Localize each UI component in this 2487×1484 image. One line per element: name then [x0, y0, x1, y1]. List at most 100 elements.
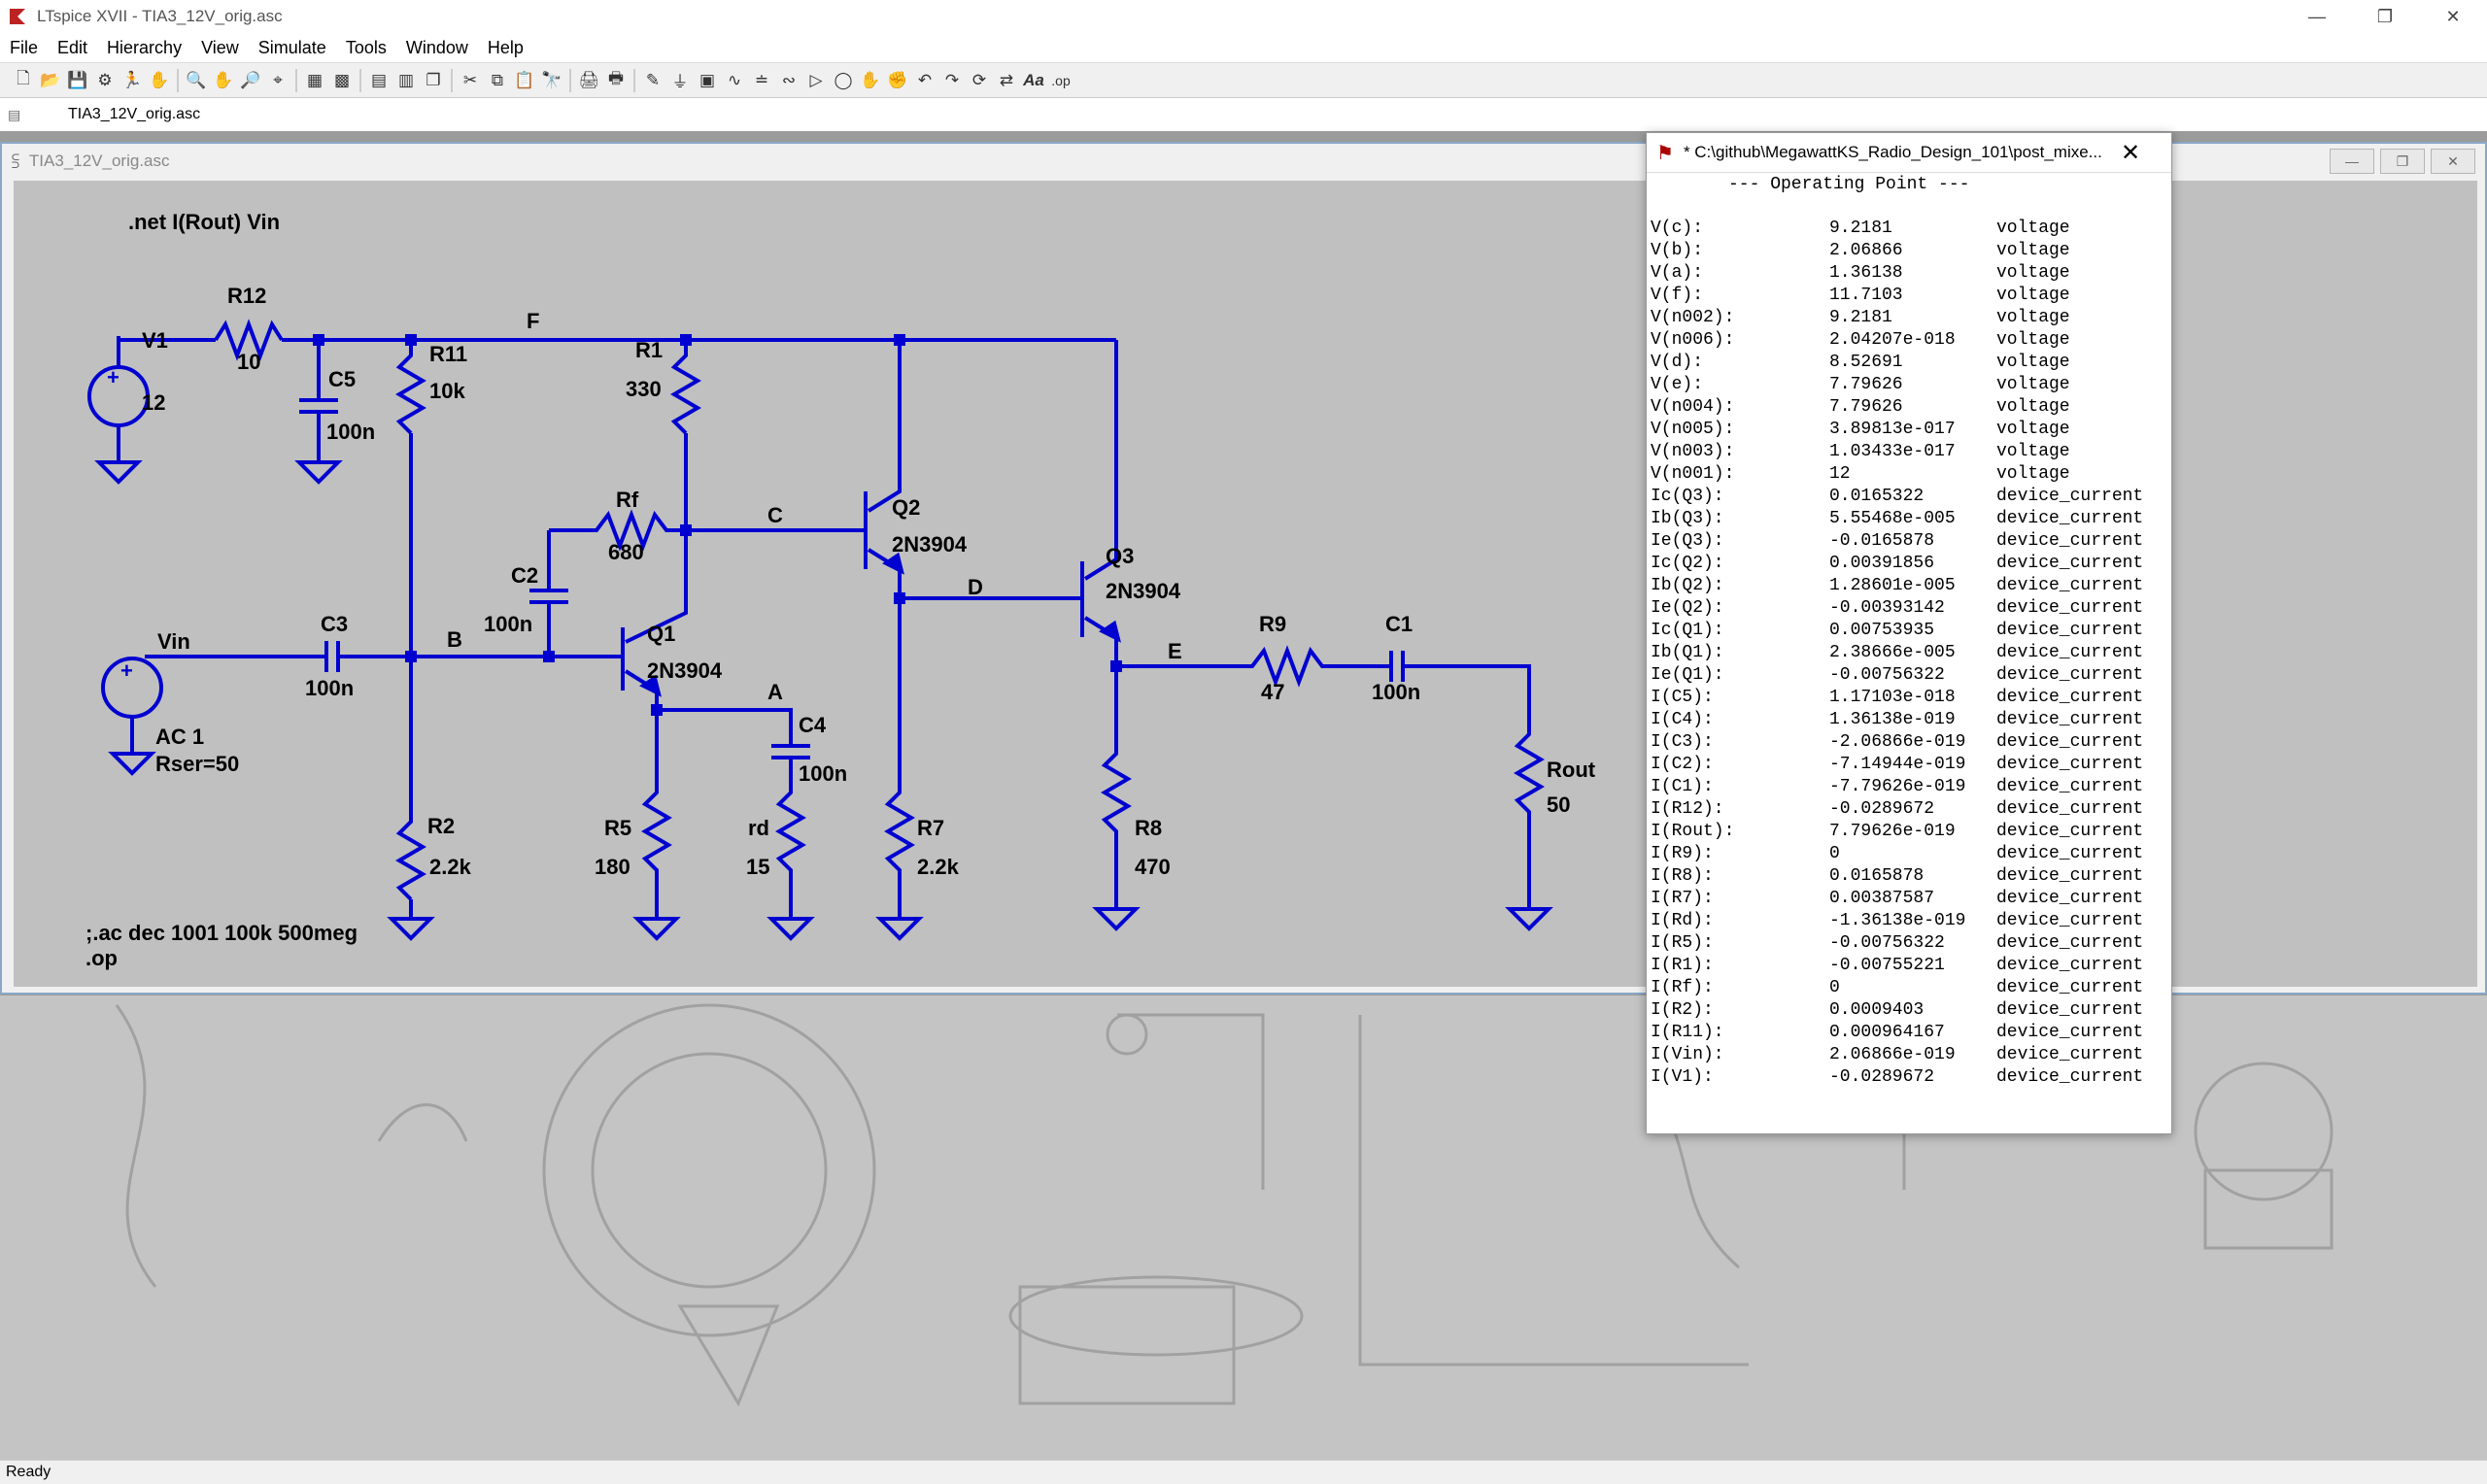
operating-point-name: V(a): — [1651, 263, 1704, 283]
open-folder-icon[interactable]: 📂 — [37, 67, 64, 94]
label-net-icon[interactable]: ▣ — [694, 67, 721, 94]
operating-point-value: 0 — [1829, 844, 1840, 863]
draw-wire-icon[interactable]: ✎ — [639, 67, 666, 94]
capacitor-icon[interactable]: ≐ — [748, 67, 775, 94]
mirror-icon[interactable]: ⇄ — [993, 67, 1020, 94]
restore-button[interactable]: ❐ — [2351, 0, 2419, 33]
rotate-icon[interactable]: ⟳ — [966, 67, 993, 94]
operating-point-row: V(n002): 9.2181 voltage — [1651, 307, 2171, 329]
schematic-window-title: TIA3_12V_orig.asc — [28, 152, 170, 170]
control-panel-icon[interactable]: ⚙ — [91, 67, 119, 94]
move-icon[interactable]: ✋ — [857, 67, 884, 94]
operating-point-value: 11.7103 — [1829, 286, 1903, 305]
menu-simulate[interactable]: Simulate — [258, 38, 326, 58]
ground-icon[interactable]: ⏚ — [666, 67, 694, 94]
zoom-out-icon[interactable]: 🔎 — [237, 67, 264, 94]
operating-point-value: 0.00387587 — [1829, 889, 1935, 908]
operating-point-name: V(n005): — [1651, 420, 1735, 439]
r9-label: R9 — [1259, 612, 1286, 636]
paste-icon[interactable]: 📋 — [511, 67, 538, 94]
operating-point-row: I(R7): 0.00387587 device_current — [1651, 888, 2171, 910]
schematic-restore-button[interactable]: ❐ — [2380, 149, 2425, 174]
print-icon[interactable]: 🖶 — [602, 67, 630, 94]
tile-horizontal-icon[interactable]: ▤ — [365, 67, 392, 94]
operating-point-value: -0.0289672 — [1829, 1067, 1935, 1087]
v1-value: 12 — [142, 390, 165, 415]
operating-point-value: 12 — [1829, 464, 1851, 484]
zoom-in-icon[interactable]: 🔍 — [183, 67, 210, 94]
operating-point-unit: device_current — [1996, 621, 2144, 640]
print-setup-icon[interactable]: 🖨 — [575, 67, 602, 94]
menu-view[interactable]: View — [201, 38, 239, 58]
diode-icon[interactable]: ▷ — [802, 67, 830, 94]
tile-vertical-icon[interactable]: ▥ — [392, 67, 420, 94]
spice-directive-icon[interactable]: .op — [1047, 67, 1074, 94]
minimize-button[interactable]: — — [2283, 0, 2351, 33]
operating-point-value: 0.000964167 — [1829, 1023, 1945, 1042]
operating-point-value: -0.00756322 — [1829, 665, 1945, 685]
menu-tools[interactable]: Tools — [346, 38, 387, 58]
operating-point-unit: device_current — [1996, 889, 2144, 908]
menu-file[interactable]: File — [10, 38, 38, 58]
cascade-icon[interactable]: ❐ — [420, 67, 447, 94]
grid-icon[interactable]: ▩ — [328, 67, 356, 94]
toolbar-separator — [359, 68, 361, 92]
undo-icon[interactable]: ↶ — [911, 67, 938, 94]
close-button[interactable]: ✕ — [2419, 0, 2487, 33]
operating-point-row: I(C1): -7.79626e-019 device_current — [1651, 776, 2171, 798]
operating-point-row: Ie(Q2): -0.00393142 device_current — [1651, 597, 2171, 620]
schematic-minimize-button[interactable]: — — [2330, 149, 2374, 174]
ltspice-icon: ⚑ — [1656, 142, 1674, 164]
tabs-menu-icon[interactable]: ▤ — [8, 107, 29, 123]
halt-icon[interactable]: ✋ — [146, 67, 173, 94]
pan-icon[interactable]: ✋ — [210, 67, 237, 94]
operating-point-value: 9.2181 — [1829, 308, 1892, 327]
operating-point-name: I(R2): — [1651, 1000, 1714, 1020]
schematic-close-button[interactable]: ✕ — [2431, 149, 2475, 174]
r11-resistor — [395, 340, 426, 435]
redo-icon[interactable]: ↷ — [938, 67, 966, 94]
operating-point-unit: device_current — [1996, 978, 2144, 997]
new-file-icon[interactable]: 🗋 — [10, 67, 37, 94]
operating-point-value: 5.55468e-005 — [1829, 509, 1956, 528]
operating-point-row: I(V1): -0.0289672 device_current — [1651, 1066, 2171, 1089]
resistor-icon[interactable]: ∿ — [721, 67, 748, 94]
save-icon[interactable]: 💾 — [64, 67, 91, 94]
menu-edit[interactable]: Edit — [57, 38, 87, 58]
c1-value: 100n — [1372, 680, 1420, 704]
operating-point-close-button[interactable]: ✕ — [2121, 139, 2140, 167]
q3-value: 2N3904 — [1106, 579, 1181, 603]
autorange-icon[interactable]: ▦ — [301, 67, 328, 94]
r8-value: 470 — [1135, 855, 1171, 879]
text-icon[interactable]: Aa — [1020, 67, 1047, 94]
find-icon[interactable]: 🔭 — [538, 67, 565, 94]
operating-point-unit: device_current — [1996, 643, 2144, 662]
component-icon[interactable]: ◯ — [830, 67, 857, 94]
operating-point-unit: device_current — [1996, 1000, 2144, 1020]
c4-capacitor — [771, 744, 810, 759]
q2-value: 2N3904 — [892, 532, 968, 556]
operating-point-unit: voltage — [1996, 219, 2070, 238]
rout-label: Rout — [1547, 758, 1596, 782]
operating-point-value: 3.89813e-017 — [1829, 420, 1956, 439]
menu-help[interactable]: Help — [488, 38, 524, 58]
operating-point-row: I(Rd): -1.36138e-019 device_current — [1651, 910, 2171, 932]
copy-icon[interactable]: ⧉ — [484, 67, 511, 94]
operating-point-value: -0.00393142 — [1829, 598, 1945, 618]
drag-icon[interactable]: ✊ — [884, 67, 911, 94]
operating-point-name: I(C5): — [1651, 688, 1714, 707]
r7-label: R7 — [917, 816, 944, 840]
operating-point-unit: device_current — [1996, 710, 2144, 729]
operating-point-name: I(C1): — [1651, 777, 1714, 796]
tab-schematic[interactable]: TIA3_12V_orig.asc — [58, 102, 211, 127]
operating-point-titlebar: ⚑ * C:\github\MegawattKS_Radio_Design_10… — [1647, 133, 2171, 173]
menu-hierarchy[interactable]: Hierarchy — [107, 38, 182, 58]
operating-point-row: V(a): 1.36138 voltage — [1651, 262, 2171, 285]
zoom-fit-icon[interactable]: ⌖ — [264, 67, 291, 94]
menu-window[interactable]: Window — [406, 38, 468, 58]
inductor-icon[interactable]: ∾ — [775, 67, 802, 94]
ac-directive-text: ;.ac dec 1001 100k 500meg — [85, 921, 358, 945]
cut-icon[interactable]: ✂ — [457, 67, 484, 94]
run-icon[interactable]: 🏃 — [119, 67, 146, 94]
net-label-e: E — [1168, 639, 1182, 663]
